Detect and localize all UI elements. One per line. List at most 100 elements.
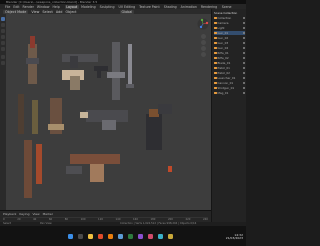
app-icon[interactable] xyxy=(158,234,163,239)
measure-tool-icon[interactable] xyxy=(1,61,5,65)
transform-orientation[interactable]: Global xyxy=(119,9,135,14)
visibility-eye-icon[interactable] xyxy=(243,17,245,19)
outliner-item[interactable]: Launcher_01 xyxy=(214,76,245,80)
visibility-eye-icon[interactable] xyxy=(243,32,245,34)
app-icon[interactable] xyxy=(128,234,133,239)
outliner-item[interactable]: Gun_01 xyxy=(214,31,245,35)
annotate-tool-icon[interactable] xyxy=(1,55,5,59)
mesh-icon xyxy=(214,31,217,35)
outliner-item[interactable]: Pistol_02 xyxy=(214,71,245,75)
tab-shading[interactable]: Shading xyxy=(162,5,178,9)
visibility-eye-icon[interactable] xyxy=(243,62,245,64)
gun-model-3[interactable] xyxy=(48,98,64,134)
visibility-eye-icon[interactable] xyxy=(243,47,245,49)
shotgun-model-1[interactable] xyxy=(24,140,42,198)
outliner-item[interactable]: Blade_01 xyxy=(214,61,245,65)
clock-date: 21/03/2023 xyxy=(225,236,243,241)
playback-menu[interactable]: Playback xyxy=(3,212,16,216)
visibility-eye-icon[interactable] xyxy=(243,77,245,79)
cannon-model-1[interactable] xyxy=(146,109,162,150)
scale-tool-icon[interactable] xyxy=(1,41,5,45)
pistol-model-1[interactable] xyxy=(94,66,108,78)
smg-model-1[interactable] xyxy=(62,54,98,90)
outliner-item[interactable]: Rifle_01 xyxy=(214,51,245,55)
tab-animation[interactable]: Animation xyxy=(179,5,198,9)
transform-tool-icon[interactable] xyxy=(1,47,5,51)
view-menu-timeline[interactable]: View xyxy=(32,212,39,216)
app-icon[interactable] xyxy=(168,234,173,239)
outliner-item[interactable]: Collection xyxy=(214,16,245,20)
zoom-icon[interactable] xyxy=(201,34,206,39)
visibility-eye-icon[interactable] xyxy=(243,42,245,44)
tab-sculpting[interactable]: Sculpting xyxy=(98,5,116,9)
tab-layout[interactable]: Layout xyxy=(64,4,79,9)
visibility-eye-icon[interactable] xyxy=(243,92,245,94)
blade-model-1[interactable] xyxy=(126,44,134,88)
add-menu[interactable]: Add xyxy=(56,10,63,14)
outliner-item-label: Camera xyxy=(217,21,229,25)
menu-file[interactable]: File xyxy=(5,5,10,9)
cursor-tool-icon[interactable] xyxy=(1,23,5,27)
keying-menu[interactable]: Keying xyxy=(19,212,29,216)
menu-edit[interactable]: Edit xyxy=(13,5,19,9)
visibility-eye-icon[interactable] xyxy=(243,87,245,89)
outliner-item[interactable]: Camera xyxy=(214,21,245,25)
outliner-item-label: Rifle_01 xyxy=(217,51,229,55)
move-tool-icon[interactable] xyxy=(1,29,5,33)
blender-taskbar-icon[interactable] xyxy=(108,234,113,239)
perspective-toggle-icon[interactable] xyxy=(201,52,206,57)
gun-model-2[interactable] xyxy=(18,94,38,134)
rifle-model-2[interactable] xyxy=(107,42,125,100)
tab-rendering[interactable]: Rendering xyxy=(199,5,218,9)
mag-model-1[interactable] xyxy=(168,166,172,172)
app-icon[interactable] xyxy=(118,234,123,239)
visibility-eye-icon[interactable] xyxy=(243,82,245,84)
rifle-model-1[interactable] xyxy=(26,36,39,84)
scene-selector[interactable]: Scene xyxy=(222,5,232,9)
marker-menu[interactable]: Marker xyxy=(43,212,53,216)
drone-model-1[interactable] xyxy=(158,104,172,114)
menu-help[interactable]: Help xyxy=(52,5,59,9)
outliner-item[interactable]: Gun_04 xyxy=(214,46,245,50)
select-box-tool-icon[interactable] xyxy=(1,17,5,21)
system-clock[interactable]: 14:32 21/03/2023 xyxy=(225,233,243,241)
outliner-item[interactable]: Gun_03 xyxy=(214,41,245,45)
select-menu[interactable]: Select xyxy=(42,10,52,14)
3d-viewport[interactable] xyxy=(6,14,211,210)
visibility-eye-icon[interactable] xyxy=(243,37,245,39)
outliner-item[interactable]: Pistol_01 xyxy=(214,66,245,70)
tab-uv-editing[interactable]: UV Editing xyxy=(117,5,137,9)
visibility-eye-icon[interactable] xyxy=(243,22,245,24)
file-explorer-icon[interactable] xyxy=(88,234,93,239)
rifle-model-3[interactable] xyxy=(66,154,120,182)
tab-modeling[interactable]: Modeling xyxy=(80,5,98,9)
pan-icon[interactable] xyxy=(201,40,206,45)
camera-view-icon[interactable] xyxy=(201,46,206,51)
app-icon[interactable] xyxy=(148,234,153,239)
visibility-eye-icon[interactable] xyxy=(243,52,245,54)
rotate-tool-icon[interactable] xyxy=(1,35,5,39)
object-menu[interactable]: Object xyxy=(65,10,76,14)
outliner-item[interactable]: Gun_02 xyxy=(214,36,245,40)
search-icon[interactable] xyxy=(78,234,83,239)
visibility-eye-icon[interactable] xyxy=(243,57,245,59)
menu-window[interactable]: Window xyxy=(37,5,50,9)
visibility-eye-icon[interactable] xyxy=(243,67,245,69)
view-menu[interactable]: View xyxy=(31,10,39,14)
navigation-gizmo[interactable] xyxy=(197,18,209,30)
mesh-icon xyxy=(214,86,217,90)
browser-icon[interactable] xyxy=(98,234,103,239)
menu-render[interactable]: Render xyxy=(23,5,34,9)
app-icon[interactable] xyxy=(138,234,143,239)
tab-texture-paint[interactable]: Texture Paint xyxy=(138,5,162,9)
mode-dropdown[interactable]: Object Mode xyxy=(3,9,29,14)
outliner-item[interactable]: Mag_01 xyxy=(214,91,245,95)
visibility-eye-icon[interactable] xyxy=(243,27,245,29)
outliner-item[interactable]: Shotgun_01 xyxy=(214,86,245,90)
visibility-eye-icon[interactable] xyxy=(243,72,245,74)
outliner-item[interactable]: Rifle_02 xyxy=(214,56,245,60)
outliner-item[interactable]: Light xyxy=(214,26,245,30)
start-menu-icon[interactable] xyxy=(68,234,73,239)
launcher-model-1[interactable] xyxy=(80,110,128,130)
outliner-item[interactable]: Cannon_01 xyxy=(214,81,245,85)
